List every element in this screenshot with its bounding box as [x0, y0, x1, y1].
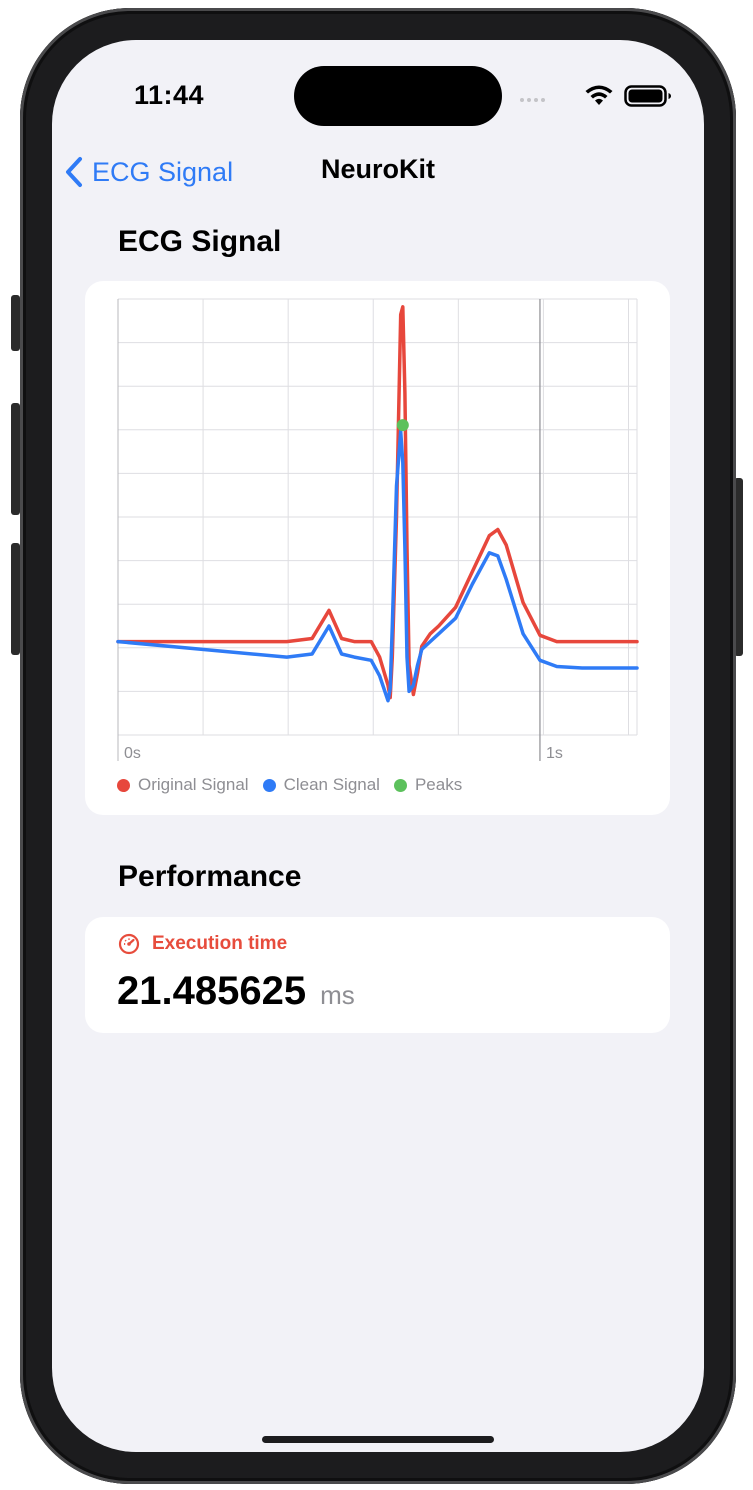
legend-label-original: Original Signal	[138, 775, 249, 794]
wifi-icon	[585, 85, 613, 105]
clean-signal-line	[116, 429, 639, 703]
x-tick-label: 0s	[124, 745, 141, 762]
dynamic-island	[294, 66, 502, 126]
performance-section-title: Performance	[118, 860, 302, 893]
action-button	[11, 295, 20, 351]
x-tick-label: 1s	[546, 745, 563, 762]
legend-dot-clean	[262, 778, 276, 792]
legend-item-original: Original Signal	[117, 775, 249, 795]
volume-down-button	[11, 543, 20, 655]
battery-icon	[624, 85, 671, 107]
speedometer-icon	[118, 933, 140, 955]
chart-legend: Original Signal Clean Signal Peaks	[117, 775, 476, 795]
execution-time-label-row: Execution time	[118, 933, 287, 955]
home-indicator[interactable]	[262, 1436, 494, 1443]
peak-marker	[396, 419, 409, 432]
screen: 11:44 ECG Signal NeuroKit ECG Signal 0s 1…	[52, 40, 704, 1452]
execution-time-label: Execution time	[152, 933, 288, 954]
phone-frame: 11:44 ECG Signal NeuroKit ECG Signal 0s 1…	[20, 8, 736, 1484]
execution-time-unit: ms	[320, 980, 355, 1010]
status-time: 11:44	[134, 80, 205, 110]
legend-label-clean: Clean Signal	[283, 775, 380, 794]
execution-time-value: 21.485625	[117, 969, 307, 1013]
chart-card: 0s 1s Original Signal Clean Signal Peaks	[85, 281, 670, 815]
legend-label-peaks: Peaks	[414, 775, 463, 794]
execution-time-value-row: 21.485625 ms	[117, 969, 355, 1014]
chart-section-title: ECG Signal	[118, 225, 282, 258]
cellular-signal-icon	[520, 98, 545, 102]
nav-title: NeuroKit	[321, 154, 435, 184]
legend-dot-peaks	[393, 778, 407, 792]
legend-dot-original	[117, 778, 130, 792]
ecg-chart: 0s 1s	[116, 298, 639, 762]
volume-up-button	[11, 403, 20, 515]
original-signal-line	[116, 305, 639, 700]
legend-item-peaks: Peaks	[393, 775, 463, 795]
performance-card: Execution time 21.485625 ms	[85, 917, 670, 1033]
legend-item-clean: Clean Signal	[262, 775, 380, 795]
